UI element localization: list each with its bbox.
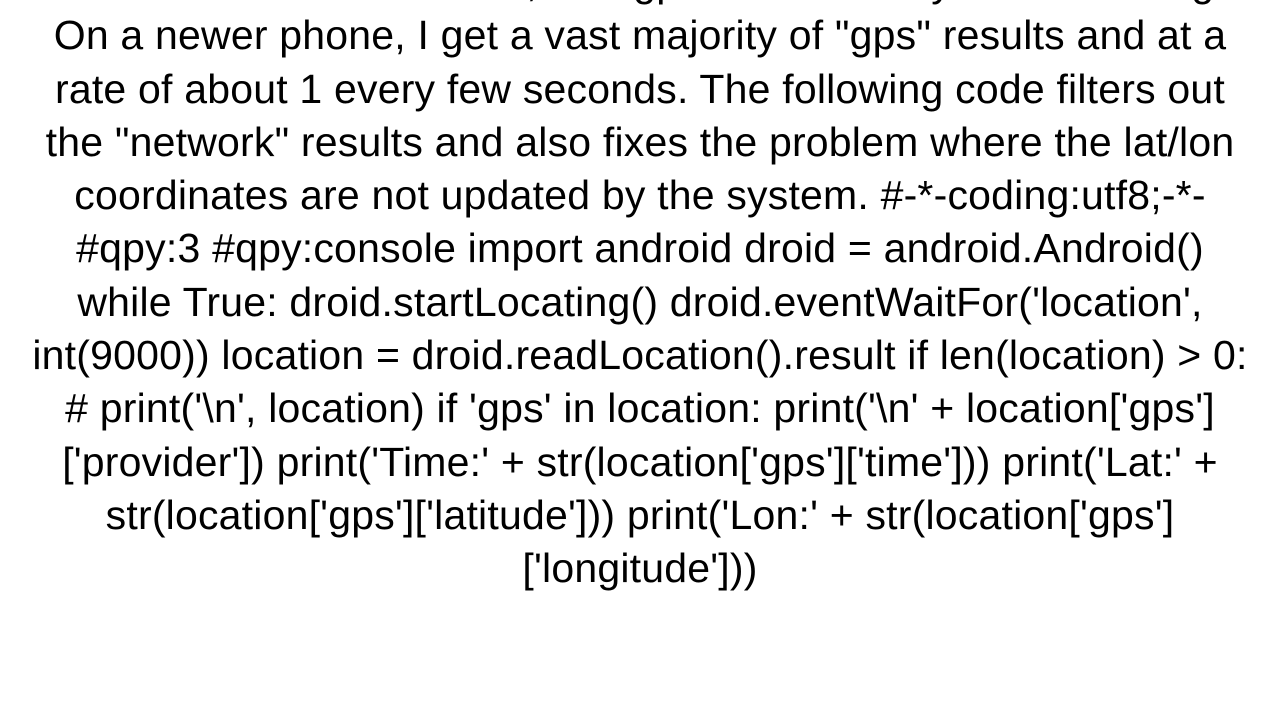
document-body-text: of the results are "network", but "gps" … (0, 0, 1280, 676)
